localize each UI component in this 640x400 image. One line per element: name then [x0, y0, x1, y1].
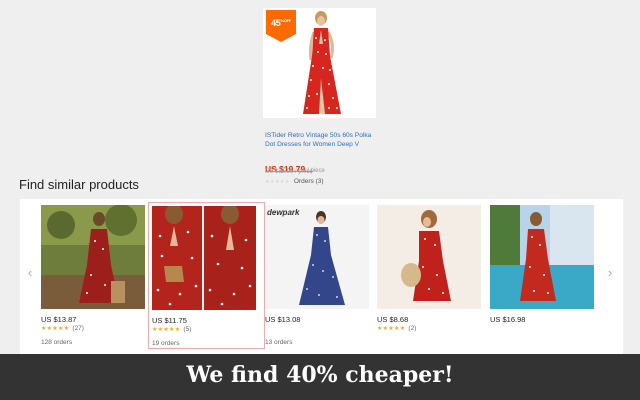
- rating-stars-icon: ★★★★★: [152, 327, 181, 333]
- rating-stars-icon: ★★★★★: [41, 326, 70, 332]
- review-count: (27): [72, 325, 84, 332]
- product-image[interactable]: [41, 205, 145, 309]
- product-image[interactable]: [377, 205, 481, 309]
- product-orders: 13 orders: [265, 339, 293, 346]
- product-price: US $11.75: [152, 316, 187, 325]
- product-rating: ★★★★★ (27): [41, 325, 84, 332]
- product-card[interactable]: dewpark US $13.08 13 orders: [262, 202, 379, 349]
- product-price: US $13.87: [41, 315, 77, 324]
- product-rating: ★★★★★ (2): [377, 325, 416, 332]
- main-product-image[interactable]: 45%OFF: [263, 8, 376, 118]
- main-original-price: US $35.99 / piece: [265, 169, 313, 175]
- discount-off-label: OFF: [283, 18, 291, 23]
- review-count: (2): [408, 325, 417, 332]
- product-image[interactable]: [490, 205, 594, 309]
- similar-products-carousel: ‹ US $13.87 ★★★★★ (27) 128 orders US $11…: [20, 199, 623, 354]
- product-card[interactable]: US $8.68 ★★★★★ (2): [374, 202, 491, 349]
- promo-banner-text: We find 40% cheaper!: [186, 362, 454, 388]
- product-price: US $16.98: [490, 315, 526, 324]
- product-rating: ★★★★★ (5): [152, 326, 191, 333]
- product-price: US $8.68: [377, 315, 409, 324]
- product-card-selected[interactable]: US $11.75 ★★★★★ (5) 19 orders: [148, 202, 265, 349]
- carousel-next-arrow-icon[interactable]: ›: [604, 265, 616, 280]
- carousel-prev-arrow-icon[interactable]: ‹: [24, 265, 36, 280]
- product-orders: 128 orders: [41, 339, 73, 346]
- product-card[interactable]: US $16.98: [487, 202, 604, 349]
- promo-banner: We find 40% cheaper!: [0, 354, 640, 400]
- product-price: US $13.08: [265, 315, 301, 324]
- product-image[interactable]: dewpark: [265, 205, 369, 309]
- product-card[interactable]: US $13.87 ★★★★★ (27) 128 orders: [38, 202, 155, 349]
- main-product-card[interactable]: 45%OFF ISTider Retro Vintage 50s 60s Pol…: [263, 8, 377, 185]
- main-orders: Orders (3): [293, 178, 324, 185]
- discount-badge: 45%OFF: [266, 10, 296, 42]
- brand-watermark: dewpark: [267, 208, 300, 217]
- main-product-title[interactable]: ISTider Retro Vintage 50s 60s Polka Dot …: [265, 132, 377, 149]
- discount-value: 45: [271, 18, 281, 28]
- section-heading: Find similar products: [19, 177, 139, 192]
- product-orders: 19 orders: [152, 340, 180, 347]
- empty-stars-icon: ★★★★★: [265, 179, 290, 185]
- main-rating-row: ★★★★★ Orders (3): [265, 178, 324, 185]
- rating-stars-icon: ★★★★★: [377, 326, 406, 332]
- review-count: (5): [183, 326, 192, 333]
- product-image[interactable]: [152, 206, 256, 310]
